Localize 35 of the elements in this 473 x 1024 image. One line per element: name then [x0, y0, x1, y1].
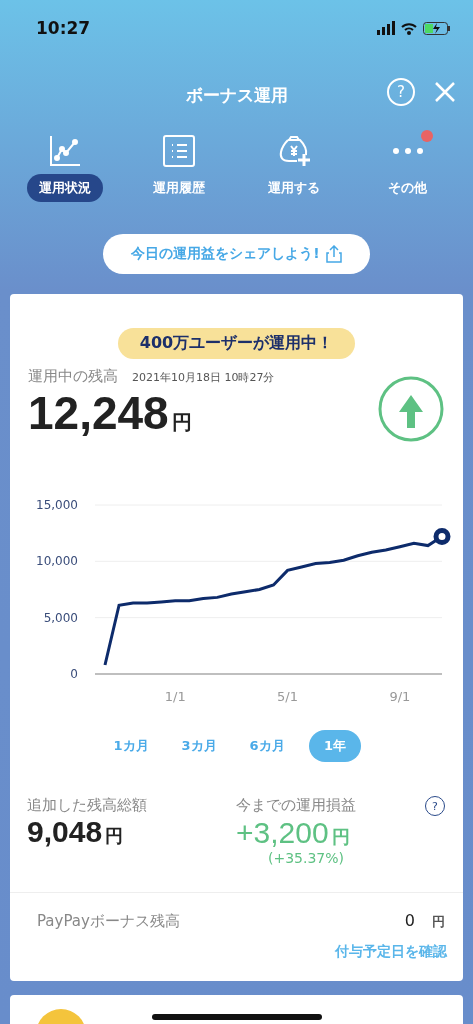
yen-unit: 円: [171, 409, 192, 436]
y-axis-label: 5,000: [43, 610, 78, 625]
period-tab[interactable]: 1年: [309, 730, 361, 762]
bonus-amount: 0: [404, 911, 415, 930]
period-tab[interactable]: 6カ月: [241, 730, 293, 762]
x-axis-label: 5/1: [277, 689, 298, 704]
added-amount: 9,048: [27, 815, 103, 848]
yen-unit: 円: [331, 826, 350, 847]
period-tab[interactable]: 1カ月: [105, 730, 157, 762]
screen-title: ボーナス運用: [185, 83, 288, 107]
profit-amount: +3,200: [236, 816, 329, 849]
help-button[interactable]: ?: [387, 78, 415, 106]
yen-unit: 円: [105, 825, 124, 846]
bonus-label: PayPayボーナス残高: [37, 911, 180, 931]
timestamp: 2021年10月18日 10時27分: [132, 370, 275, 385]
x-axis-label: 1/1: [164, 689, 186, 704]
yen-unit: 円: [432, 914, 445, 929]
nav-tab[interactable]: 運用状況: [27, 174, 104, 202]
users-banner: 400万ユーザーが運用中！: [117, 328, 356, 359]
share-button[interactable]: 今日の運用益をシェアしよう!: [103, 234, 370, 274]
nav-tab[interactable]: 運用する: [255, 174, 332, 202]
balance-amount: 12,248: [28, 386, 169, 440]
y-axis-label: 15,000: [36, 498, 78, 512]
nav-tab[interactable]: 運用履歴: [141, 174, 218, 202]
profit-label: 今までの運用損益: [236, 796, 356, 816]
added-label: 追加した残高総額: [27, 796, 148, 815]
y-axis-label: 10,000: [36, 554, 78, 569]
y-axis-label: 0: [70, 667, 78, 681]
period-tab[interactable]: 3カ月: [173, 730, 225, 762]
balance-label: 運用中の残高: [28, 367, 118, 386]
x-axis-label: 9/1: [389, 689, 411, 704]
nav-tab[interactable]: その他: [376, 174, 440, 202]
profit-percent: (+35.37%): [268, 850, 345, 866]
schedule-link[interactable]: 付与予定日を確認: [335, 931, 463, 981]
status-time: 10:27: [36, 18, 91, 38]
